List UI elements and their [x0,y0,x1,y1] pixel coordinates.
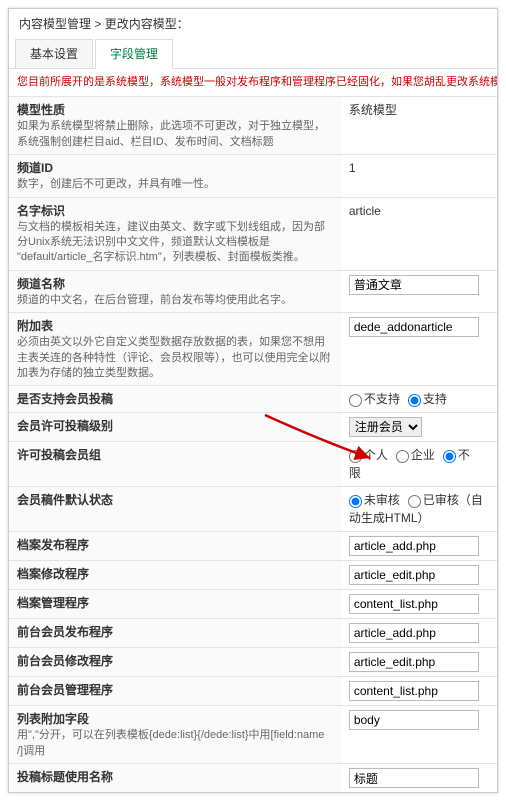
form-table: 模型性质如果为系统模型将禁止删除，此选项不可更改，对于独立模型，系统强制创建栏目… [9,96,497,792]
label-list-add: 列表附加字段 [17,710,333,728]
breadcrumb: 内容模型管理 > 更改内容模型： [9,9,497,39]
main-panel: 内容模型管理 > 更改内容模型： 基本设置 字段管理 您目前所展开的是系统模型，… [8,8,498,793]
input-front-pub[interactable] [349,623,479,643]
input-man-tpl[interactable] [349,594,479,614]
radio-unreviewed[interactable] [349,495,362,508]
radio-no-post[interactable] [349,394,362,407]
select-member-level[interactable]: 注册会员 [349,417,422,437]
label-name-tag: 名字标识 [17,202,333,220]
breadcrumb-item[interactable]: 内容模型管理 [19,17,91,31]
input-front-man[interactable] [349,681,479,701]
radio-reviewed[interactable] [408,495,421,508]
label-model-type: 模型性质 [17,101,333,119]
tab-basic[interactable]: 基本设置 [15,39,93,68]
label-default-status: 会员稿件默认状态 [17,491,333,509]
label-member-post: 是否支持会员投稿 [17,390,333,408]
input-channel-name[interactable] [349,275,479,295]
input-list-add[interactable] [349,710,479,730]
label-channel-name: 频道名称 [17,275,333,293]
tabs: 基本设置 字段管理 [9,39,497,69]
label-pub-tpl: 档案发布程序 [17,536,333,554]
label-front-pub: 前台会员发布程序 [17,623,333,641]
label-front-man: 前台会员管理程序 [17,681,333,699]
label-edit-tpl: 档案修改程序 [17,565,333,583]
breadcrumb-current: 更改内容模型： [105,17,189,31]
value-model-type: 系统模型 [341,97,497,155]
value-name-tag: article [341,197,497,270]
radio-personal[interactable] [349,450,362,463]
radio-company[interactable] [396,450,409,463]
label-channel-id: 频道ID [17,159,333,177]
radio-yes-post[interactable] [408,394,421,407]
tab-fields[interactable]: 字段管理 [95,39,173,69]
label-member-type: 许可投稿会员组 [17,446,333,464]
value-channel-id: 1 [341,155,497,197]
label-post-alias: 投稿标题使用名称 [17,768,333,786]
input-pub-tpl[interactable] [349,536,479,556]
label-man-tpl: 档案管理程序 [17,594,333,612]
input-addon-table[interactable] [349,317,479,337]
input-post-alias[interactable] [349,768,479,788]
warning-text: 您目前所展开的是系统模型，系统模型一般对发布程序和管理程序已经固化，如果您胡乱更… [9,69,497,96]
radio-unlimited[interactable] [443,450,456,463]
label-addon-table: 附加表 [17,317,333,335]
input-front-edit[interactable] [349,652,479,672]
label-member-level: 会员许可投稿级别 [17,417,333,435]
label-front-edit: 前台会员修改程序 [17,652,333,670]
input-edit-tpl[interactable] [349,565,479,585]
